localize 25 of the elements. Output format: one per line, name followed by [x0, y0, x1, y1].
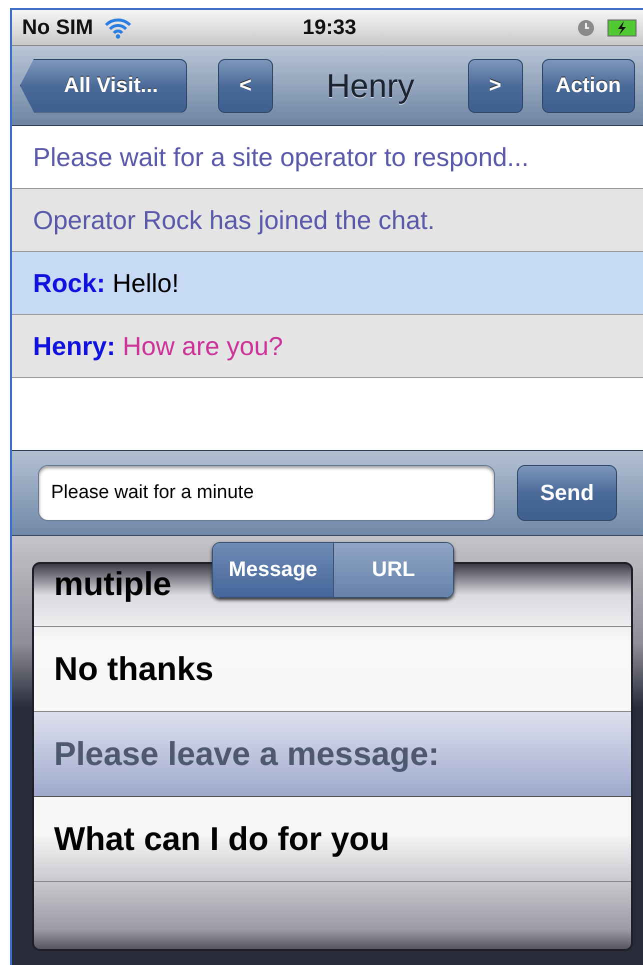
send-button[interactable]: Send — [517, 465, 617, 521]
message-input-field[interactable]: Please wait for a minute — [38, 465, 495, 521]
battery-icon — [607, 18, 637, 36]
sender-name: Henry: — [33, 331, 116, 361]
system-message: Please wait for a site operator to respond... — [33, 142, 529, 172]
chat-row[interactable]: Rock: Hello! — [12, 252, 643, 315]
segment-tab[interactable]: URL — [333, 543, 453, 597]
next-button[interactable]: > — [468, 58, 523, 112]
message-text: Hello! — [112, 268, 179, 298]
carrier-label: No SIM — [22, 16, 94, 40]
picker-option[interactable]: Please leave a message: — [34, 712, 631, 797]
clock-time: 19:33 — [302, 16, 356, 38]
clock-icon — [577, 18, 595, 36]
system-message: Operator Rock has joined the chat. — [33, 205, 435, 235]
sender-name: Rock: — [33, 268, 106, 298]
picker-option[interactable]: What can I do for you — [34, 797, 631, 882]
chat-row[interactable]: Henry: How are you? — [12, 315, 643, 378]
segment-tab[interactable]: Message — [213, 543, 333, 597]
wifi-icon — [103, 16, 134, 38]
chat-row[interactable]: Operator Rock has joined the chat. — [12, 189, 643, 252]
visitor-name-title: Henry — [325, 66, 416, 104]
action-button[interactable]: Action — [542, 58, 635, 112]
previous-button[interactable]: < — [218, 58, 273, 112]
message-text: How are you? — [122, 331, 284, 361]
back-button[interactable]: All Visit... — [20, 58, 187, 112]
